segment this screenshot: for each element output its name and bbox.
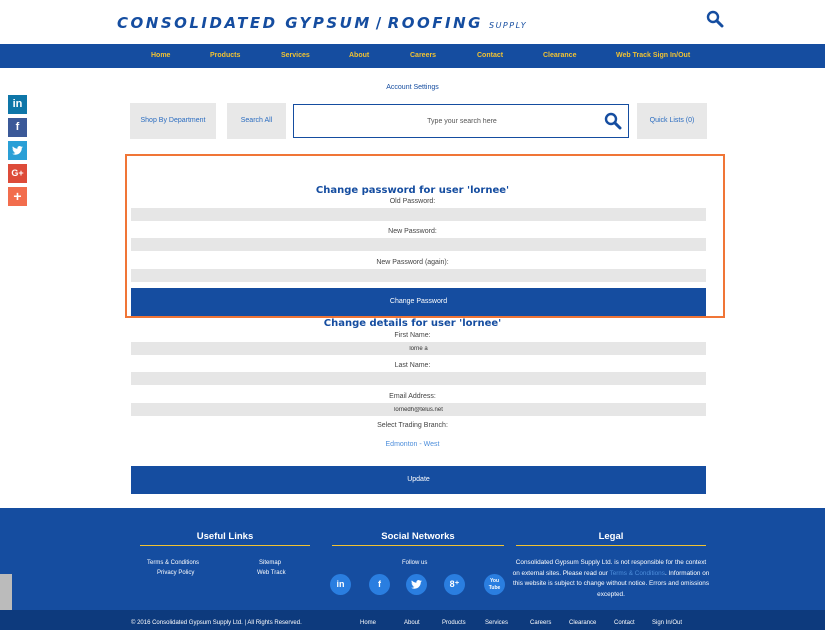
- bottom-nav-home[interactable]: Home: [360, 620, 376, 626]
- first-name-field[interactable]: [131, 342, 706, 355]
- logo-text-supply: supply: [489, 21, 528, 30]
- first-name-label: First Name:: [394, 332, 431, 339]
- main-nav-bar: Home Products Services About Careers Con…: [0, 44, 825, 68]
- bottom-nav-careers[interactable]: Careers: [530, 620, 551, 626]
- search-icon[interactable]: [604, 112, 622, 130]
- nav-careers[interactable]: Careers: [410, 44, 436, 68]
- nav-contact[interactable]: Contact: [477, 44, 503, 68]
- follow-us-label: Follow us: [402, 560, 428, 566]
- logo-text-consolidated-gypsum: Consolidated Gypsum: [117, 14, 372, 32]
- account-settings-link[interactable]: Account Settings: [0, 84, 825, 91]
- nav-web-track-sign-in-out[interactable]: Web Track Sign In/Out: [616, 44, 690, 68]
- change-password-button[interactable]: Change Password: [131, 288, 706, 316]
- change-password-title: Change password for user 'lornee': [315, 185, 510, 196]
- youtube-glyph: You Tube: [488, 578, 501, 591]
- quick-lists-button[interactable]: Quick Lists (0): [637, 103, 707, 139]
- linkedin-glyph: in: [336, 579, 345, 589]
- footer-google-plus-icon[interactable]: 8⁺: [444, 574, 465, 595]
- old-password-label: Old Password:: [389, 198, 436, 205]
- google-plus-glyph: G+: [11, 168, 24, 178]
- bottom-nav-about[interactable]: About: [404, 620, 420, 626]
- header-search-icon[interactable]: [706, 10, 724, 28]
- search-all-button[interactable]: Search All: [227, 103, 286, 139]
- last-name-field[interactable]: [131, 372, 706, 385]
- bottom-nav-services[interactable]: Services: [485, 620, 508, 626]
- legal-heading: Legal: [598, 531, 624, 542]
- useful-links-underline: [140, 545, 310, 546]
- legal-terms-link[interactable]: Terms & Conditions: [610, 570, 665, 577]
- bottom-nav-clearance[interactable]: Clearance: [569, 620, 596, 626]
- site-logo[interactable]: Consolidated Gypsum / Roofing supply: [117, 14, 526, 36]
- footer-youtube-icon[interactable]: You Tube: [484, 574, 505, 595]
- sidebar-facebook-icon[interactable]: f: [8, 118, 27, 137]
- email-address-field[interactable]: [131, 403, 706, 416]
- nav-products[interactable]: Products: [210, 44, 240, 68]
- footer-terms-link[interactable]: Terms & Conditions: [147, 560, 199, 566]
- footer-twitter-icon[interactable]: [406, 574, 427, 595]
- twitter-icon: [411, 580, 422, 589]
- new-password-again-field[interactable]: [131, 269, 706, 282]
- email-address-label: Email Address:: [389, 393, 436, 400]
- useful-links-heading: Useful Links: [196, 531, 254, 542]
- change-details-title: Change details for user 'lornee': [323, 318, 502, 329]
- last-name-label: Last Name:: [394, 362, 431, 369]
- social-networks-heading: Social Networks: [381, 531, 455, 542]
- bottom-nav-products[interactable]: Products: [442, 620, 466, 626]
- nav-services[interactable]: Services: [281, 44, 310, 68]
- side-grey-tab: [0, 574, 12, 610]
- legal-text: Consolidated Gypsum Supply Ltd. is not r…: [512, 558, 710, 600]
- nav-home[interactable]: Home: [151, 44, 170, 68]
- old-password-field[interactable]: [131, 208, 706, 221]
- legal-underline: [516, 545, 706, 546]
- logo-text-roofing: Roofing: [387, 14, 483, 32]
- twitter-icon: [12, 146, 23, 155]
- facebook-glyph: f: [378, 579, 381, 589]
- social-networks-underline: [332, 545, 504, 546]
- footer-privacy-link[interactable]: Privacy Policy: [157, 570, 194, 576]
- new-password-field[interactable]: [131, 238, 706, 251]
- bottom-nav-contact[interactable]: Contact: [614, 620, 635, 626]
- copyright-text: © 2016 Consolidated Gypsum Supply Ltd. |…: [131, 620, 302, 626]
- new-password-again-label: New Password (again):: [376, 259, 449, 266]
- footer-facebook-icon[interactable]: f: [369, 574, 390, 595]
- search-box: [293, 104, 629, 138]
- footer-web-track-link[interactable]: Web Track: [257, 570, 286, 576]
- sidebar-twitter-icon[interactable]: [8, 141, 27, 160]
- trading-branch-label: Select Trading Branch:: [377, 422, 448, 429]
- linkedin-glyph: in: [12, 98, 23, 110]
- shop-by-department-button[interactable]: Shop By Department: [130, 103, 216, 139]
- update-button[interactable]: Update: [131, 466, 706, 494]
- sidebar-google-plus-icon[interactable]: G+: [8, 164, 27, 183]
- bottom-nav-sign-in-out[interactable]: Sign In/Out: [652, 620, 682, 626]
- trading-branch-select[interactable]: Edmonton - West: [0, 441, 825, 448]
- nav-about[interactable]: About: [349, 44, 369, 68]
- facebook-glyph: f: [15, 121, 20, 133]
- new-password-label: New Password:: [388, 228, 437, 235]
- footer-linkedin-icon[interactable]: in: [330, 574, 351, 595]
- google-plus-glyph: 8⁺: [449, 579, 460, 589]
- nav-clearance[interactable]: Clearance: [543, 44, 576, 68]
- footer-sitemap-link[interactable]: Sitemap: [259, 560, 281, 566]
- sidebar-linkedin-icon[interactable]: in: [8, 95, 27, 114]
- logo-separator: /: [375, 14, 384, 32]
- search-input[interactable]: [312, 105, 612, 137]
